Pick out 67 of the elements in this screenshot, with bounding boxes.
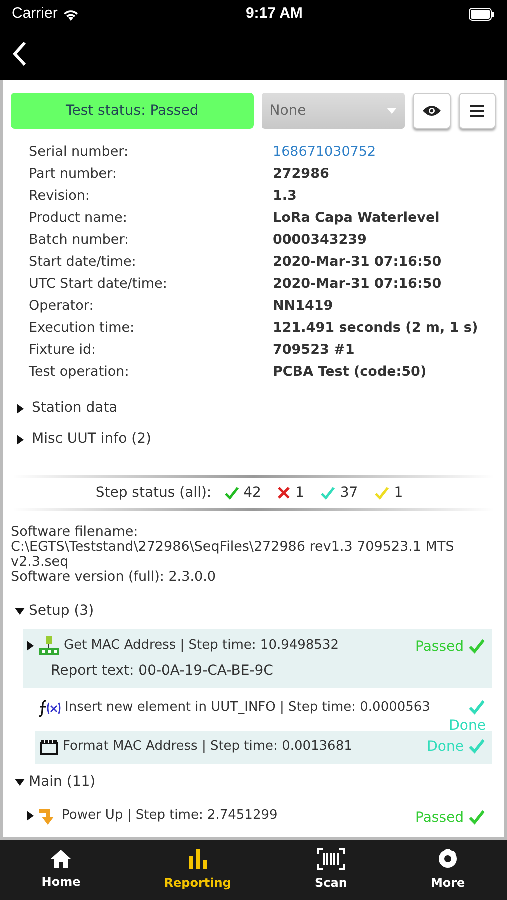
- report-text: Report text: 00-0A-19-CA-BE-9C: [50, 662, 274, 681]
- barcode-scan-icon: [317, 848, 346, 870]
- step-title[interactable]: Power Up | Step time: 2.7451299: [62, 806, 278, 826]
- menu-icon: [470, 104, 484, 118]
- serial-link[interactable]: 168671030752: [273, 141, 376, 163]
- group-toggle[interactable]: Setup (3): [15, 597, 492, 625]
- field-value: LoRa Capa Waterlevel: [273, 209, 440, 228]
- field-label: Revision:: [29, 187, 91, 206]
- status-count: 1: [394, 484, 404, 502]
- expand-icon: [15, 608, 25, 614]
- step-status-text: Done: [449, 717, 486, 736]
- filter-dropdown[interactable]: None: [262, 93, 406, 129]
- field-value: 272986: [273, 165, 330, 184]
- clock-time: 9:17 AM: [246, 4, 303, 24]
- bar-chart-icon: [186, 848, 209, 870]
- eye-icon: [422, 105, 442, 117]
- field-label: Product name:: [29, 209, 128, 228]
- menu-button[interactable]: [458, 93, 496, 129]
- settings-icon: [437, 848, 460, 870]
- field-value: 2020-Mar-31 07:16:50: [273, 275, 442, 294]
- home-icon: [50, 849, 72, 869]
- expand-icon: [17, 404, 24, 414]
- step-title[interactable]: Insert new element in UUT_INFO | Step time: 0.0000563: [65, 698, 430, 718]
- group-toggle[interactable]: Main (11): [15, 768, 492, 796]
- step-title[interactable]: Get MAC Address | Step time: 10.9498532: [64, 636, 339, 656]
- view-button[interactable]: [413, 93, 451, 129]
- field-value: 121.491 seconds (2 m, 1 s): [273, 319, 478, 338]
- tab-button[interactable]: Reporting: [158, 847, 238, 893]
- expand-icon: [17, 434, 24, 444]
- status-count: 37: [340, 484, 358, 502]
- battery-icon: [469, 8, 495, 20]
- back-icon[interactable]: [12, 41, 28, 67]
- field-label: Fixture id:: [29, 341, 98, 360]
- software-info: Software filename:: [11, 525, 140, 540]
- field-label: Operator:: [29, 297, 95, 316]
- section-toggle[interactable]: Misc UUT info (2): [17, 424, 490, 455]
- tab-button[interactable]: Scan: [308, 847, 354, 893]
- field-label: Start date/time:: [29, 253, 138, 272]
- section-toggle[interactable]: Station data: [17, 393, 490, 424]
- step-status-label: Step status (all):: [96, 484, 212, 502]
- tab-button[interactable]: Home: [36, 848, 87, 892]
- field-label: UTC Start date/time:: [29, 275, 168, 294]
- software-info: C:\EGTS\Teststand\272986\SeqFiles\272986 rev1.3 709523.1 MTS v2.3.seq: [11, 540, 456, 570]
- field-value: 1.3: [273, 187, 297, 206]
- step-status-text: Passed: [416, 638, 464, 657]
- status-count: 42: [244, 484, 262, 502]
- field-label: Part number:: [29, 165, 118, 184]
- field-value: 0000343239: [273, 231, 367, 250]
- field-value: 2020-Mar-31 07:16:50: [273, 253, 442, 272]
- caret-icon: [387, 108, 398, 114]
- field-value: PCBA Test (code:50): [273, 363, 427, 382]
- test-status-banner: Test status: Passed: [11, 93, 254, 129]
- wifi-icon: [62, 8, 80, 20]
- expand-icon: [15, 778, 25, 786]
- field-label: Test operation:: [29, 363, 130, 382]
- step-title[interactable]: Format MAC Address | Step time: 0.0013681: [63, 737, 352, 756]
- field-label: Execution time:: [29, 319, 136, 338]
- field-value: 709523 #1: [273, 341, 355, 360]
- carrier-label: Carrier: [12, 4, 58, 24]
- tab-button[interactable]: More: [424, 847, 472, 893]
- step-status-text: Passed: [416, 809, 464, 828]
- step-status-text: Done: [427, 738, 464, 757]
- software-info: Software version (full): 2.3.0.0: [11, 570, 217, 585]
- field-value: NN1419: [273, 297, 334, 316]
- field-label: Batch number:: [29, 231, 130, 250]
- field-label: Serial number:: [29, 143, 130, 162]
- status-count: 1: [295, 484, 304, 502]
